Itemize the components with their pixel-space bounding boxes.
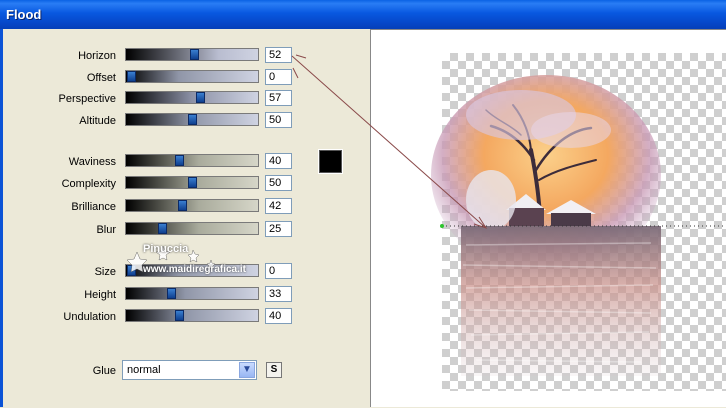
size-label: Size [94, 266, 116, 278]
offset-slider-thumb[interactable] [127, 71, 136, 82]
perspective-slider-thumb[interactable] [196, 92, 205, 103]
offset-label: Offset [86, 72, 116, 84]
horizon-slider-thumb[interactable] [190, 49, 199, 60]
waviness-slider-thumb[interactable] [175, 155, 184, 166]
waviness-label: Waviness [68, 156, 116, 168]
color-swatch[interactable] [319, 150, 342, 173]
perspective-label: Perspective [58, 93, 116, 105]
brilliance-slider-thumb[interactable] [178, 200, 187, 211]
horizon-label: Horizon [78, 50, 116, 62]
glue-select[interactable]: normal ▼ [122, 360, 257, 380]
settings-panel: Horizon 52 Offset 0 Perspective 57 Altit… [0, 29, 368, 407]
waviness-slider[interactable] [125, 154, 259, 167]
glue-label: Glue [92, 365, 116, 377]
offset-slider[interactable] [125, 70, 259, 83]
undulation-label: Undulation [63, 311, 116, 323]
perspective-slider[interactable] [125, 91, 259, 104]
complexity-slider[interactable] [125, 176, 259, 189]
horizon-slider[interactable] [125, 48, 259, 61]
blur-label: Blur [96, 224, 116, 236]
altitude-label: Altitude [79, 115, 116, 127]
complexity-value-field[interactable]: 50 [265, 175, 292, 191]
height-label: Height [84, 289, 116, 301]
offset-value-field[interactable]: 0 [265, 69, 292, 85]
window-title: Flood [6, 7, 42, 22]
waviness-value-field[interactable]: 40 [265, 153, 292, 169]
horizon-value-field[interactable]: 52 [265, 47, 292, 63]
blur-slider[interactable] [125, 222, 259, 235]
horizon-marker [440, 224, 444, 228]
chevron-down-icon[interactable]: ▼ [239, 362, 255, 378]
watermark-url: www.maidiregrafica.it [143, 264, 246, 275]
complexity-label: Complexity [61, 178, 116, 190]
watermark-name: Pinuccia [143, 243, 189, 255]
brilliance-slider[interactable] [125, 199, 259, 212]
altitude-slider-thumb[interactable] [188, 114, 197, 125]
preview-pane [370, 29, 726, 407]
blur-slider-thumb[interactable] [158, 223, 167, 234]
preview-image [431, 75, 726, 376]
complexity-slider-thumb[interactable] [188, 177, 197, 188]
perspective-value-field[interactable]: 57 [265, 90, 292, 106]
glue-select-value: normal [127, 364, 161, 376]
brilliance-label: Brilliance [71, 201, 116, 213]
s-button[interactable]: S [266, 362, 282, 378]
brilliance-value-field[interactable]: 42 [265, 198, 292, 214]
blur-value-field[interactable]: 25 [265, 221, 292, 237]
altitude-slider[interactable] [125, 113, 259, 126]
title-bar: Flood [0, 0, 726, 29]
altitude-value-field[interactable]: 50 [265, 112, 292, 128]
